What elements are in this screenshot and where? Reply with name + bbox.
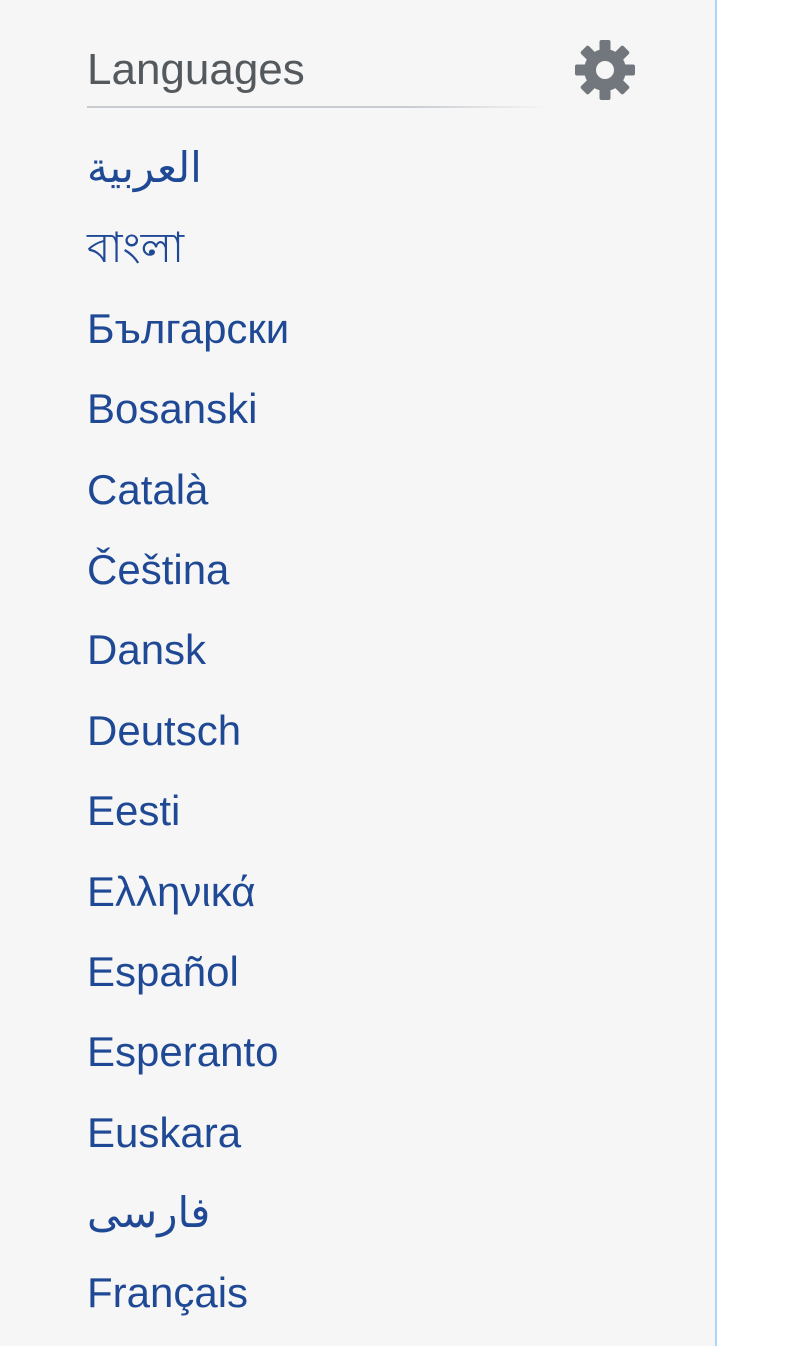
language-link-czech[interactable]: Čeština	[87, 546, 229, 593]
language-list-item: Français	[87, 1253, 289, 1333]
language-link-bangla[interactable]: বাংলা	[87, 224, 184, 271]
gear-icon	[575, 40, 635, 100]
language-list-item: Español	[87, 932, 289, 1012]
language-link-french[interactable]: Français	[87, 1269, 248, 1316]
language-list-item: Eesti	[87, 771, 289, 851]
language-link-catalan[interactable]: Català	[87, 466, 208, 513]
language-link-arabic[interactable]: العربية	[87, 144, 202, 191]
heading-divider	[87, 106, 549, 108]
language-list-item: Ελληνικά	[87, 852, 289, 932]
language-list-item: Euskara	[87, 1093, 289, 1173]
languages-portal: Languages العربية বাংলা Български Bosans…	[87, 36, 647, 1316]
language-link-persian[interactable]: فارسی	[87, 1189, 210, 1236]
language-list-item: العربية	[87, 128, 289, 208]
language-link-spanish[interactable]: Español	[87, 948, 239, 995]
language-link-danish[interactable]: Dansk	[87, 626, 206, 673]
languages-header: Languages	[87, 36, 647, 108]
language-link-greek[interactable]: Ελληνικά	[87, 868, 255, 915]
language-link-bulgarian[interactable]: Български	[87, 305, 289, 352]
language-settings-button[interactable]	[573, 38, 637, 102]
language-list-item: Deutsch	[87, 691, 289, 771]
languages-heading: Languages	[87, 45, 305, 94]
language-link-basque[interactable]: Euskara	[87, 1109, 241, 1156]
language-list: العربية বাংলা Български Bosanski Català …	[87, 128, 289, 1334]
language-list-item: Dansk	[87, 610, 289, 690]
language-list-item: Čeština	[87, 530, 289, 610]
language-list-item: বাংলা	[87, 208, 289, 288]
language-link-esperanto[interactable]: Esperanto	[87, 1028, 278, 1075]
language-list-item: Esperanto	[87, 1012, 289, 1092]
language-link-german[interactable]: Deutsch	[87, 707, 241, 754]
language-link-bosnian[interactable]: Bosanski	[87, 385, 257, 432]
sidebar-panel: Languages العربية বাংলা Български Bosans…	[0, 0, 717, 1346]
language-link-estonian[interactable]: Eesti	[87, 787, 180, 834]
language-list-item: Bosanski	[87, 369, 289, 449]
language-list-item: فارسی	[87, 1173, 289, 1253]
language-list-item: Български	[87, 289, 289, 369]
language-list-item: Català	[87, 450, 289, 530]
